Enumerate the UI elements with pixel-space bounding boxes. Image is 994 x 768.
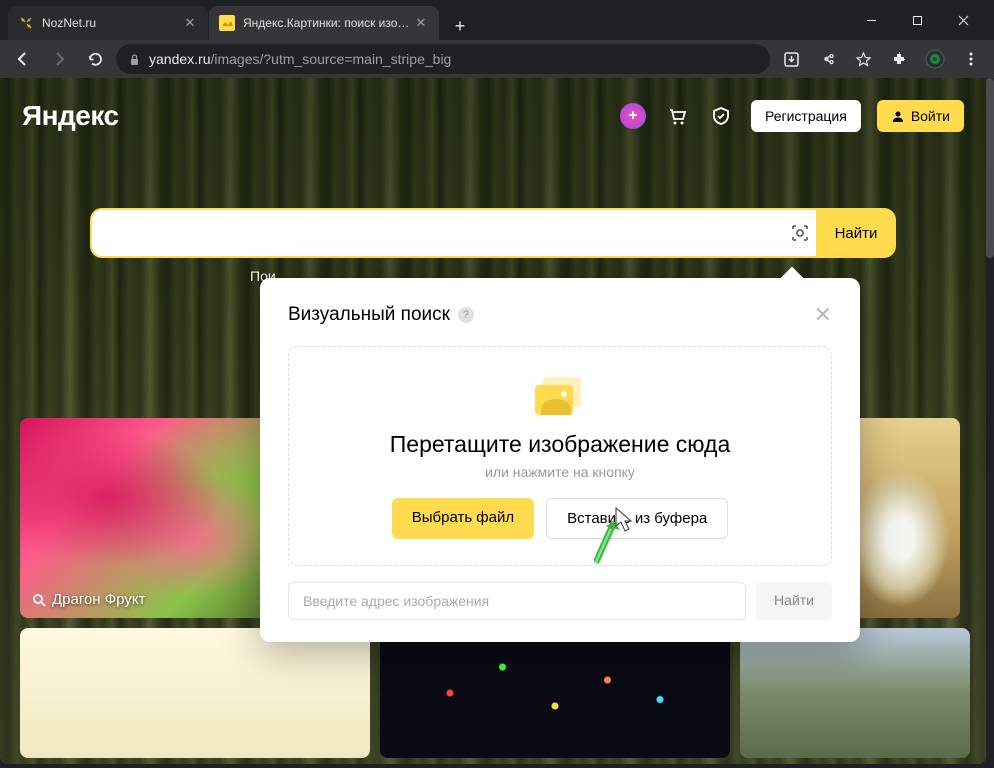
annotation-arrow-cursor bbox=[586, 504, 646, 574]
extensions-icon[interactable] bbox=[884, 44, 914, 74]
page-content: Яндекс + Регистрация Войти Найти Пои Дра… bbox=[0, 78, 986, 764]
search-button[interactable]: Найти bbox=[816, 208, 896, 258]
visual-search-popup: Визуальный поиск ? ✕ Перетащите изображе… bbox=[260, 278, 860, 642]
dropzone[interactable]: Перетащите изображение сюда или нажмите … bbox=[288, 346, 832, 566]
install-app-icon[interactable] bbox=[776, 44, 806, 74]
reload-button[interactable] bbox=[80, 44, 110, 74]
tab-yandex-images[interactable]: Яндекс.Картинки: поиск изобра ✕ bbox=[209, 6, 439, 40]
search-input[interactable] bbox=[90, 208, 816, 258]
search-row: Найти bbox=[90, 208, 896, 258]
close-icon[interactable]: ✕ bbox=[182, 15, 198, 31]
close-icon[interactable]: ✕ bbox=[413, 15, 429, 31]
popup-title: Визуальный поиск bbox=[288, 304, 450, 326]
thumbnail-4[interactable] bbox=[20, 628, 370, 758]
thumbnail-label: Драгон Фрукт bbox=[32, 591, 145, 608]
image-url-input[interactable] bbox=[288, 582, 746, 620]
toolbar: yandex.ru/images/?utm_source=main_stripe… bbox=[0, 40, 994, 78]
close-window-button[interactable] bbox=[940, 3, 986, 37]
plus-services-icon[interactable]: + bbox=[619, 102, 647, 130]
page-header: Яндекс + Регистрация Войти bbox=[0, 88, 986, 144]
shield-icon[interactable] bbox=[707, 102, 735, 130]
thumbnails-row-2 bbox=[20, 628, 986, 758]
menu-icon[interactable] bbox=[956, 44, 986, 74]
scrollbar[interactable] bbox=[986, 78, 994, 764]
scrollbar-thumb[interactable] bbox=[986, 78, 994, 258]
camera-search-icon[interactable] bbox=[789, 222, 811, 244]
dropzone-title: Перетащите изображение сюда bbox=[309, 431, 811, 458]
cart-icon[interactable] bbox=[663, 102, 691, 130]
header-right: + Регистрация Войти bbox=[619, 100, 964, 132]
help-icon[interactable]: ? bbox=[458, 307, 474, 323]
search-icon bbox=[32, 593, 46, 607]
image-stack-icon bbox=[535, 377, 585, 417]
thumbnail-5[interactable] bbox=[380, 628, 730, 758]
close-icon[interactable]: ✕ bbox=[814, 302, 832, 328]
maximize-button[interactable] bbox=[894, 3, 940, 37]
profile-icon[interactable] bbox=[920, 44, 950, 74]
window-controls bbox=[848, 3, 986, 37]
new-tab-button[interactable]: + bbox=[446, 12, 474, 40]
url-text: yandex.ru/images/?utm_source=main_stripe… bbox=[149, 51, 758, 67]
tab-noznet[interactable]: NozNet.ru ✕ bbox=[8, 6, 208, 40]
login-label: Войти bbox=[911, 108, 950, 124]
choose-file-button[interactable]: Выбрать файл bbox=[392, 498, 534, 539]
address-bar[interactable]: yandex.ru/images/?utm_source=main_stripe… bbox=[116, 44, 770, 74]
minimize-button[interactable] bbox=[848, 3, 894, 37]
find-by-url-button[interactable]: Найти bbox=[756, 582, 832, 620]
yandex-logo[interactable]: Яндекс bbox=[22, 100, 119, 132]
favicon-tools-icon bbox=[18, 15, 34, 31]
login-button[interactable]: Войти bbox=[877, 100, 964, 132]
user-icon bbox=[891, 109, 905, 123]
tabs-container: NozNet.ru ✕ Яндекс.Картинки: поиск изобр… bbox=[8, 0, 848, 40]
popup-header: Визуальный поиск ? ✕ bbox=[288, 302, 832, 328]
back-button[interactable] bbox=[8, 44, 38, 74]
dropzone-buttons: Выбрать файл Вставить из буфера bbox=[309, 498, 811, 539]
tab-title: NozNet.ru bbox=[42, 16, 182, 30]
url-row: Найти bbox=[288, 582, 832, 620]
share-icon[interactable] bbox=[812, 44, 842, 74]
titlebar: NozNet.ru ✕ Яндекс.Картинки: поиск изобр… bbox=[0, 0, 994, 40]
lock-icon bbox=[128, 53, 141, 66]
register-button[interactable]: Регистрация bbox=[751, 100, 861, 132]
bookmark-icon[interactable] bbox=[848, 44, 878, 74]
favicon-yandex-images-icon bbox=[219, 15, 235, 31]
forward-button[interactable] bbox=[44, 44, 74, 74]
tab-title: Яндекс.Картинки: поиск изобра bbox=[243, 16, 413, 30]
thumbnail-6[interactable] bbox=[740, 628, 970, 758]
dropzone-subtitle: или нажмите на кнопку bbox=[309, 464, 811, 480]
